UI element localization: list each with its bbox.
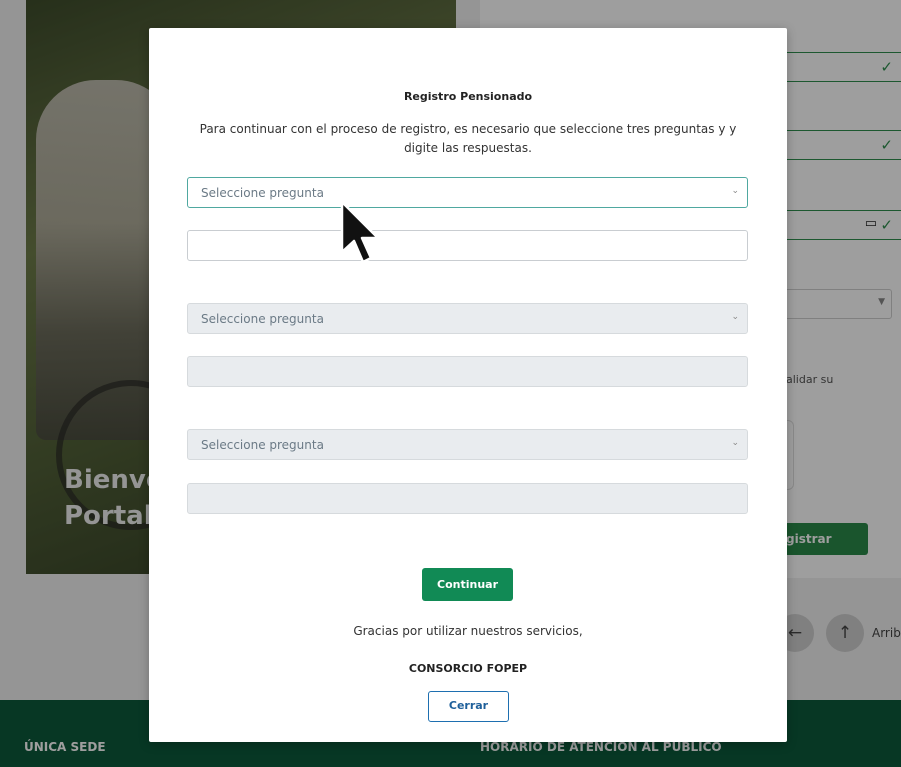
modal-description: Para continuar con el proceso de registr… <box>199 122 737 155</box>
thanks-text: Gracias por utilizar nuestros servicios, <box>353 624 583 638</box>
question-select-1[interactable]: Seleccione pregunta ⌄ <box>187 177 748 208</box>
answer-input-3[interactable] <box>187 483 748 514</box>
question-select-2-placeholder: Seleccione pregunta <box>201 312 324 326</box>
modal-title: Registro Pensionado <box>403 90 533 103</box>
question-select-3[interactable]: Seleccione pregunta ⌄ <box>187 429 748 460</box>
organization-name: CONSORCIO FOPEP <box>408 662 528 675</box>
close-button[interactable]: Cerrar <box>428 691 509 722</box>
answer-input-1[interactable] <box>187 230 748 261</box>
question-select-2[interactable]: Seleccione pregunta ⌄ <box>187 303 748 334</box>
mouse-cursor-icon <box>340 200 380 264</box>
question-select-3-placeholder: Seleccione pregunta <box>201 438 324 452</box>
question-select-1-placeholder: Seleccione pregunta <box>201 186 324 200</box>
chevron-down-icon: ⌄ <box>731 186 739 196</box>
answer-input-2[interactable] <box>187 356 748 387</box>
chevron-down-icon: ⌄ <box>731 312 739 322</box>
registro-modal: Registro Pensionado Para continuar con e… <box>149 28 787 742</box>
chevron-down-icon: ⌄ <box>731 438 739 448</box>
continue-button[interactable]: Continuar <box>422 568 513 601</box>
